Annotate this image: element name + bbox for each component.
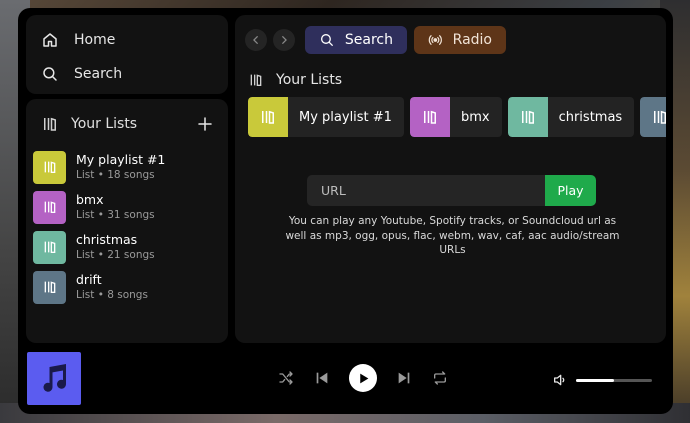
library-icon: [521, 110, 534, 124]
add-list-icon[interactable]: [196, 115, 214, 133]
radio-broadcast-icon: [428, 35, 442, 45]
radio-tab-label: Radio: [452, 32, 492, 48]
shuffle-button[interactable]: [277, 369, 295, 387]
list-cards-row: My playlist #1 bmx christmas drift: [248, 97, 666, 137]
library-icon: [44, 117, 56, 131]
lists-header: Your Lists: [41, 114, 214, 134]
card-name: christmas: [558, 109, 623, 125]
card-name: My playlist #1: [299, 109, 392, 125]
home-icon: [43, 33, 57, 47]
main-lists-title: Your Lists: [276, 72, 343, 88]
list-name: My playlist #1: [76, 152, 166, 167]
chevron-right-icon: [282, 36, 287, 44]
list-item-my-playlist-1[interactable]: My playlist #1 List • 18 songs: [33, 149, 223, 185]
volume-slider[interactable]: [576, 378, 652, 382]
library-icon: [44, 161, 55, 173]
previous-button[interactable]: [313, 369, 331, 387]
list-thumb: [33, 190, 66, 224]
repeat-button[interactable]: [431, 369, 449, 387]
skip-back-icon: [316, 372, 328, 384]
album-cover: [27, 352, 81, 405]
volume-icon[interactable]: [552, 372, 568, 388]
list-item-bmx[interactable]: bmx List • 31 songs: [33, 189, 223, 225]
library-icon: [44, 281, 55, 293]
library-icon: [44, 241, 55, 253]
library-icon: [262, 110, 274, 124]
music-player-window: Home Search Your Lists My playlist #1 Li…: [18, 8, 673, 414]
nav-home[interactable]: Home: [41, 31, 115, 49]
list-card-drift[interactable]: drift: [640, 97, 666, 137]
list-subtitle: List • 8 songs: [76, 289, 148, 301]
search-icon: [320, 34, 333, 46]
library-icon: [423, 110, 436, 124]
nav-panel: Home Search: [26, 15, 228, 94]
search-icon: [43, 67, 57, 81]
list-subtitle: List • 31 songs: [76, 209, 155, 221]
library-icon: [44, 201, 55, 213]
play-url-button[interactable]: Play: [545, 175, 596, 206]
list-card-christmas[interactable]: christmas: [507, 97, 635, 137]
volume-fill: [576, 378, 614, 382]
card-thumb: [640, 97, 666, 137]
list-subtitle: List • 21 songs: [76, 249, 155, 261]
list-name: christmas: [76, 232, 138, 247]
list-item-drift[interactable]: drift List • 8 songs: [33, 269, 223, 305]
list-card-my-playlist-1[interactable]: My playlist #1: [248, 97, 404, 137]
play-icon: [359, 373, 368, 383]
list-subtitle: List • 18 songs: [76, 169, 155, 181]
player-bar: [18, 346, 673, 414]
repeat-icon: [434, 371, 446, 385]
list-thumb: [33, 150, 66, 184]
next-button[interactable]: [395, 369, 413, 387]
nav-search[interactable]: Search: [41, 65, 122, 83]
card-thumb: [409, 97, 450, 137]
main-panel: Search Radio Your Lists My playlist #1 b…: [235, 15, 666, 343]
list-item-christmas[interactable]: christmas List • 21 songs: [33, 229, 223, 265]
nav-search-label: Search: [74, 66, 123, 82]
library-icon: [654, 110, 666, 124]
url-input[interactable]: [307, 175, 545, 206]
skip-forward-icon: [398, 372, 410, 384]
help-text: You can play any Youtube, Spotify tracks…: [285, 215, 620, 256]
topbar: Search Radio: [245, 26, 506, 54]
shuffle-icon: [279, 371, 293, 385]
lists-panel: Your Lists My playlist #1 List • 18 song…: [26, 99, 228, 343]
list-name: drift: [76, 272, 102, 287]
list-thumb: [33, 270, 66, 304]
list-card-bmx[interactable]: bmx: [409, 97, 502, 137]
search-tab-button[interactable]: Search: [305, 26, 407, 54]
nav-home-label: Home: [74, 32, 116, 48]
back-button[interactable]: [245, 29, 267, 51]
main-lists-heading: Your Lists: [248, 72, 342, 88]
url-row: Play: [307, 175, 596, 206]
music-note-icon: [43, 363, 66, 392]
chevron-left-icon: [253, 36, 258, 44]
radio-tab-button[interactable]: Radio: [414, 26, 506, 54]
card-thumb: [248, 97, 288, 137]
list-thumb: [33, 230, 66, 264]
play-pause-button[interactable]: [349, 364, 377, 392]
card-thumb: [507, 97, 548, 137]
search-tab-label: Search: [344, 32, 393, 48]
list-name: bmx: [76, 192, 104, 207]
forward-button[interactable]: [273, 29, 295, 51]
volume-control: [552, 372, 652, 388]
library-icon: [250, 74, 262, 86]
lists-title: Your Lists: [71, 116, 138, 132]
card-name: bmx: [460, 109, 490, 125]
playback-controls: [268, 364, 458, 392]
